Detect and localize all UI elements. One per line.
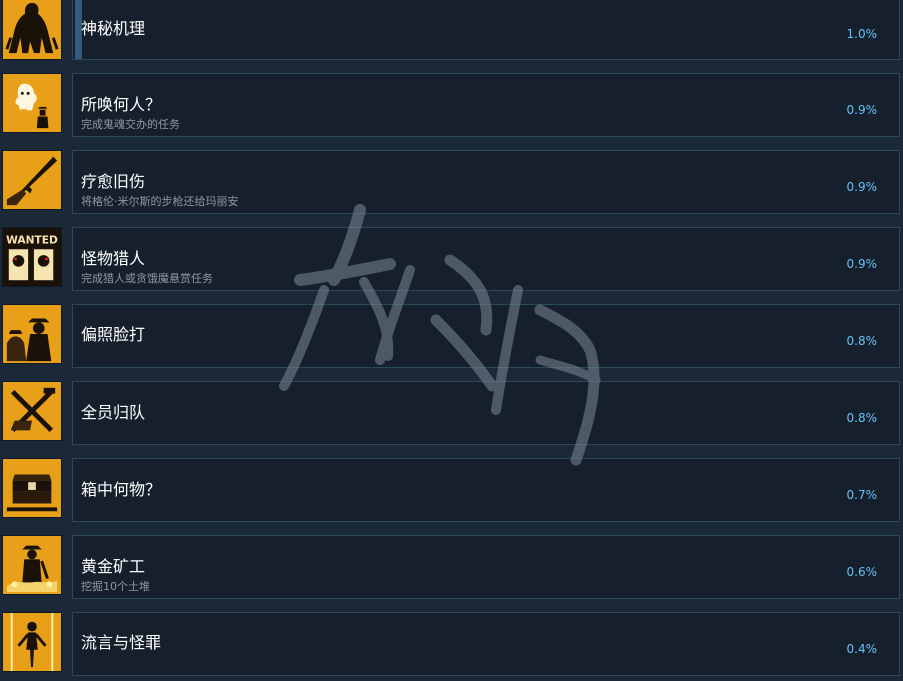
achievement-percent: 1.0% [846,27,878,41]
wanted-text: WANTED [6,233,58,246]
achievement-row[interactable]: 黄金矿工 挖掘10个土堆 0.6% [0,535,903,599]
glowing-figure-icon [2,612,62,672]
achievement-row[interactable]: 神秘机理 1.0% [0,0,903,60]
wanted-poster-icon: WANTED [2,227,62,287]
achievement-description: 完成猎人或贪饿魔悬赏任务 [81,272,213,285]
achievement-panel: 怪物猎人 完成猎人或贪饿魔悬赏任务 0.9% [72,227,900,291]
achievement-percent: 0.8% [846,411,878,425]
achievement-title: 疗愈旧伤 [81,172,146,191]
achievement-description: 挖掘10个土堆 [81,580,150,593]
achievement-percent: 0.9% [846,257,878,271]
achievement-panel: 疗愈旧伤 将格伦·米尔斯的步枪还给玛丽安 0.9% [72,150,900,214]
achievement-panel: 黄金矿工 挖掘10个土堆 0.6% [72,535,900,599]
treasure-chest-icon [2,458,62,518]
achievement-description: 将格伦·米尔斯的步枪还给玛丽安 [81,195,239,208]
achievement-title: 所唤何人？ [81,95,162,114]
ghost-cowboy-icon [2,73,62,133]
achievement-percent: 0.8% [846,334,878,348]
rifle-icon [2,150,62,210]
achievement-row[interactable]: WANTED 怪物猎人 完成猎人或贪饿魔悬赏任务 0.9% [0,227,903,291]
achievement-row[interactable]: 全员归队 0.8% [0,381,903,445]
achievement-title: 箱中何物？ [81,480,162,499]
cowboys-icon [2,304,62,364]
achievement-panel: 偏照脸打 0.8% [72,304,900,368]
achievement-description: 完成鬼魂交办的任务 [81,118,180,131]
achievement-title: 黄金矿工 [81,557,146,576]
achievement-title: 流言与怪罪 [81,633,162,652]
crossed-tools-icon [2,381,62,441]
achievement-panel: 神秘机理 1.0% [72,0,900,60]
achievement-title: 怪物猎人 [81,249,146,268]
achievement-percent: 0.9% [846,180,878,194]
achievement-percent: 0.7% [846,488,878,502]
achievement-panel: 流言与怪罪 0.4% [72,612,900,676]
achievement-panel: 箱中何物？ 0.7% [72,458,900,522]
achievement-row[interactable]: 所唤何人？ 完成鬼魂交办的任务 0.9% [0,73,903,137]
achievement-panel: 所唤何人？ 完成鬼魂交办的任务 0.9% [72,73,900,137]
achievement-percent: 0.4% [846,642,878,656]
achievement-title: 全员归队 [81,403,146,422]
achievement-row[interactable]: 流言与怪罪 0.4% [0,612,903,676]
achievement-percent: 0.6% [846,565,878,579]
achievement-percent: 0.9% [846,103,878,117]
achievement-title: 偏照脸打 [81,325,146,344]
achievement-list: 神秘机理 1.0% 所唤何人？ 完成鬼魂交办的任务 0.9% 疗愈旧伤 将格伦·… [0,0,903,681]
achievement-panel: 全员归队 0.8% [72,381,900,445]
gold-miner-icon [2,535,62,595]
shadow-figure-icon [2,0,62,60]
achievement-title: 神秘机理 [81,19,146,38]
achievement-row[interactable]: 箱中何物？ 0.7% [0,458,903,522]
achievement-row[interactable]: 偏照脸打 0.8% [0,304,903,368]
achievement-row[interactable]: 疗愈旧伤 将格伦·米尔斯的步枪还给玛丽安 0.9% [0,150,903,214]
